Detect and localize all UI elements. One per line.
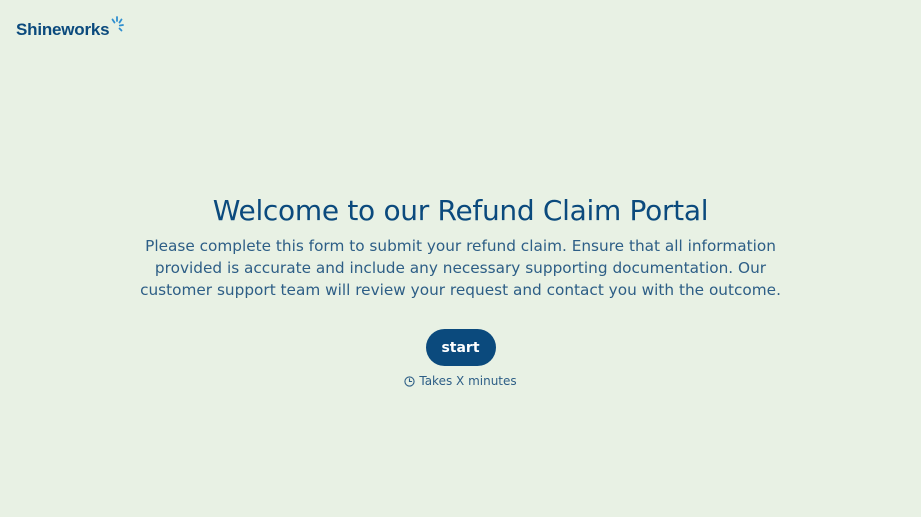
sunburst-icon (112, 16, 125, 32)
intro-description: Please complete this form to submit your… (140, 237, 781, 299)
duration-text: Takes X minutes (419, 374, 517, 389)
brand-name: Shineworks (16, 20, 110, 39)
duration-info: Takes X minutes (0, 374, 921, 388)
welcome-section: Welcome to our Refund Claim Portal Pleas… (0, 192, 921, 388)
brand-logo[interactable]: Shineworks (16, 16, 125, 44)
start-button[interactable]: start (425, 329, 496, 367)
page-title: Welcome to our Refund Claim Portal (212, 194, 709, 227)
clock-icon (404, 376, 415, 387)
